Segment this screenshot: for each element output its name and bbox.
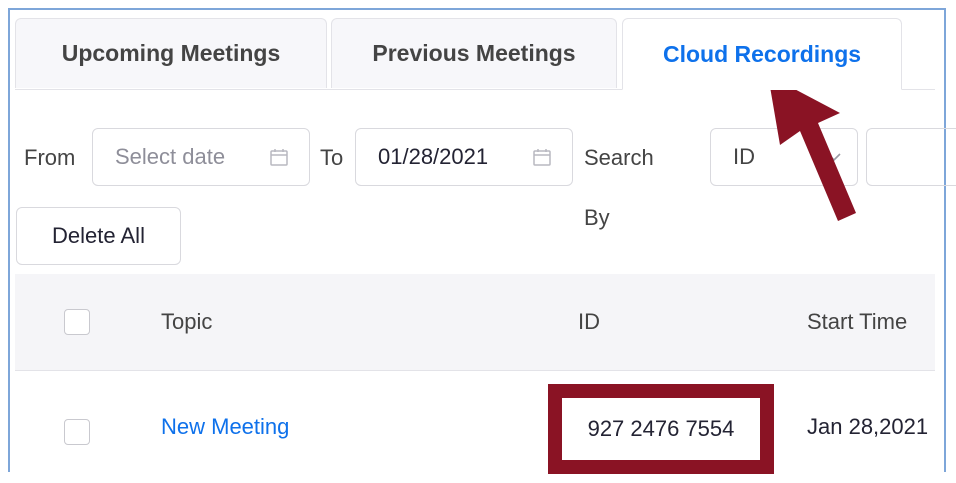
delete-all-button[interactable]: Delete All [16, 207, 181, 265]
column-id: ID [578, 309, 600, 334]
meeting-start-time: Jan 28,2021 [807, 414, 929, 439]
calendar-icon [270, 149, 288, 166]
meeting-id-highlight: 927 2476 7554 [548, 384, 774, 474]
tab-bar: Upcoming Meetings Previous Meetings Clou… [15, 18, 935, 90]
table-row: New Meeting Jan 28,2021 [15, 371, 935, 470]
search-by-value: ID [733, 144, 755, 169]
from-label: From [24, 145, 76, 170]
meeting-topic-link[interactable]: New Meeting [161, 371, 289, 470]
tab-upcoming-meetings[interactable]: Upcoming Meetings [15, 18, 327, 88]
meeting-id: 927 2476 7554 [587, 416, 735, 441]
table-header: Topic ID Start Time [15, 274, 935, 371]
from-date-placeholder: Select date [115, 144, 226, 169]
calendar-icon [533, 149, 551, 166]
to-date-value: 01/28/2021 [378, 144, 489, 169]
row-checkbox[interactable] [64, 419, 90, 445]
from-date-input[interactable]: Select date [92, 128, 310, 186]
tab-previous-meetings[interactable]: Previous Meetings [331, 18, 617, 88]
annotation-arrow-icon [768, 75, 856, 221]
search-by-label: Search By [584, 145, 654, 230]
select-all-checkbox[interactable] [64, 309, 90, 335]
tab-cloud-recordings[interactable]: Cloud Recordings [622, 18, 902, 90]
column-start-time: Start Time [807, 309, 908, 334]
column-topic: Topic [161, 309, 213, 334]
to-date-input[interactable]: 01/28/2021 [355, 128, 573, 186]
to-label: To [320, 145, 344, 170]
